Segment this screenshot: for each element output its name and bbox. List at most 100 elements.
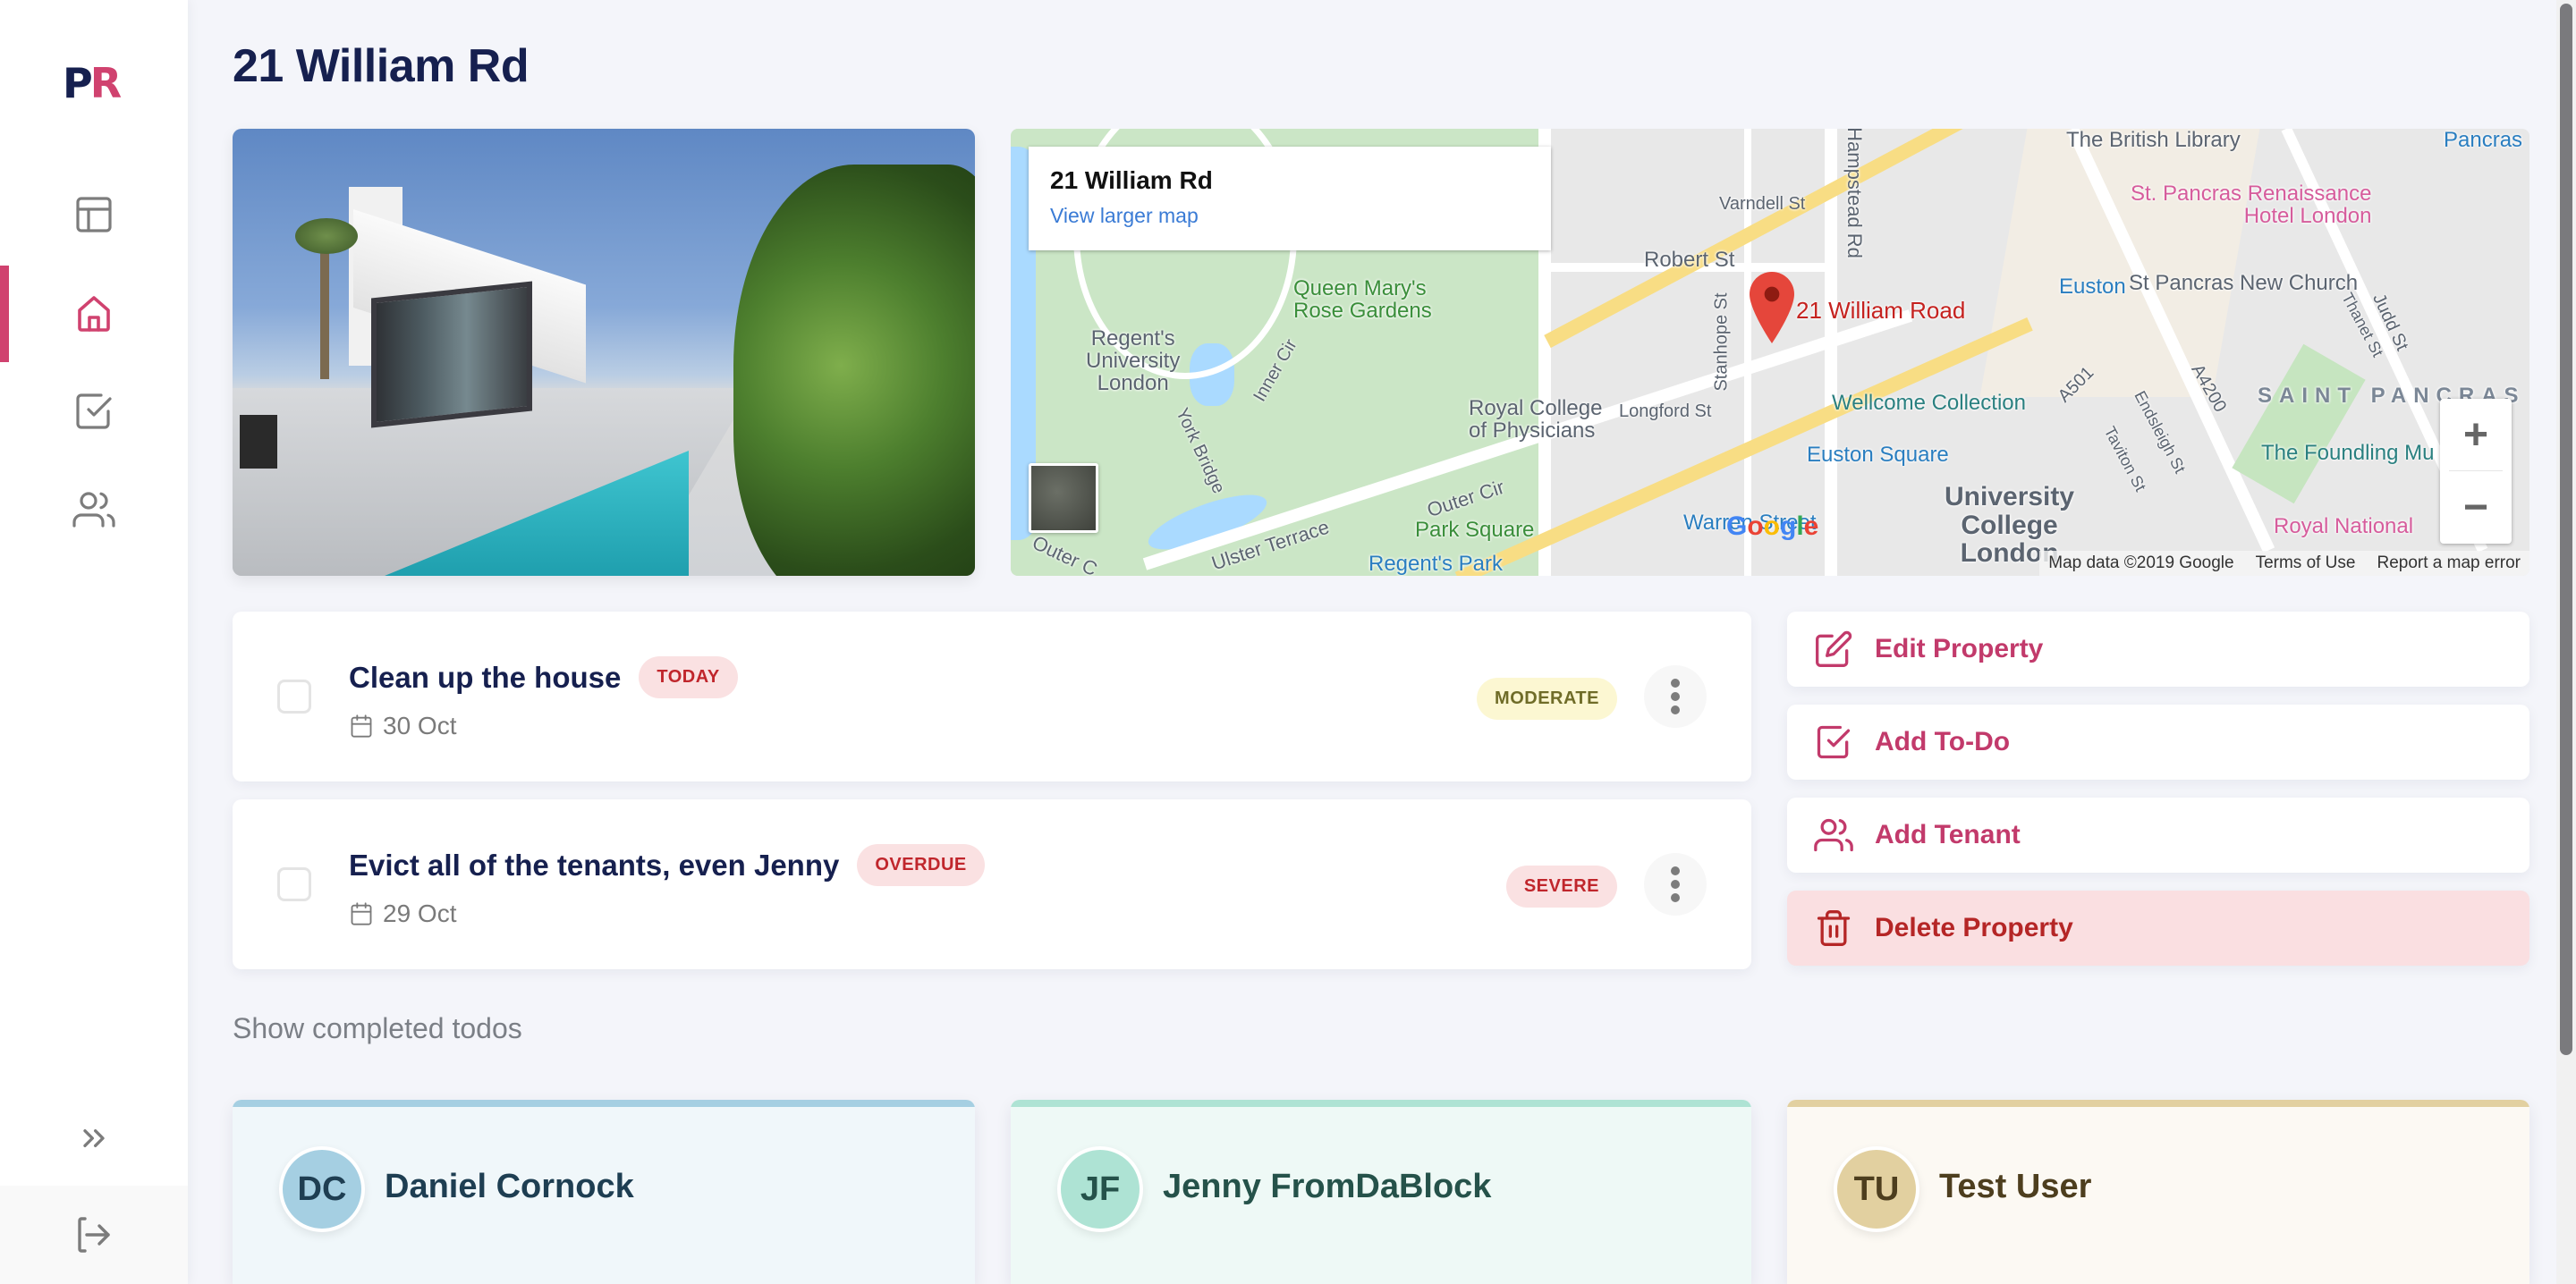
chevrons-right-icon <box>83 1129 105 1147</box>
map-label: Regent's Park <box>1368 552 1503 576</box>
map-zoom-in-button[interactable]: + <box>2440 399 2512 471</box>
delete-property-button[interactable]: Delete Property <box>1787 891 2529 966</box>
layout-icon <box>76 197 112 232</box>
map-label: Longford St <box>1619 401 1712 421</box>
map-pin-icon[interactable] <box>1750 272 1794 343</box>
todo-title-row: Evict all of the tenants, even Jenny OVE… <box>349 844 985 886</box>
sidebar: PR <box>0 0 188 1284</box>
map-label: Regent's University London <box>1086 326 1181 396</box>
map-label: Royal College of Physicians <box>1469 396 1603 443</box>
add-todo-label: Add To-Do <box>1875 727 2011 756</box>
view-larger-map-link[interactable]: View larger map <box>1050 204 1530 228</box>
tenant-card[interactable]: TU Test User <box>1787 1100 2529 1284</box>
scrollbar-thumb[interactable] <box>2560 4 2572 1055</box>
sidebar-item-properties[interactable] <box>0 266 188 362</box>
checkbox-icon <box>1817 725 1851 759</box>
page-scrollbar[interactable] <box>2556 0 2576 1284</box>
tenant-card-stripe <box>233 1100 975 1107</box>
tenant-card-stripe <box>1011 1100 1751 1107</box>
map-footer: Map data ©2019 Google Terms of Use Repor… <box>2039 551 2529 576</box>
more-vertical-icon <box>1671 679 1680 688</box>
users-icon <box>1814 818 1853 852</box>
map-label: Stanhope St <box>1711 292 1732 392</box>
map-label: Endsleigh St <box>2131 387 2190 477</box>
home-icon <box>78 296 110 332</box>
edit-property-button[interactable]: Edit Property <box>1787 612 2529 687</box>
avatar: TU <box>1834 1146 1919 1232</box>
map-label: Wellcome Collection <box>1832 391 2026 415</box>
todo-status-badge: OVERDUE <box>857 844 985 886</box>
map-green-strip <box>2232 343 2366 504</box>
delete-property-label: Delete Property <box>1875 913 2073 942</box>
photo-bush <box>733 165 975 576</box>
map-area-station <box>1979 129 2260 397</box>
photo-house-glass <box>371 281 532 428</box>
app-logo[interactable]: PR <box>63 59 122 107</box>
map-label: Pancras <box>2444 129 2523 152</box>
map-pin-label: 21 William Road <box>1796 297 1966 324</box>
map-zoom-separator <box>2449 470 2503 471</box>
property-photo <box>233 129 975 576</box>
todo-date: 29 Oct <box>349 900 456 928</box>
map-label: The Foundling Mu <box>2261 441 2435 465</box>
show-completed-todos-toggle[interactable]: Show completed todos <box>233 1012 522 1045</box>
users-icon <box>72 492 115 528</box>
map-label: Varndell St <box>1719 194 1806 214</box>
avatar: JF <box>1057 1146 1143 1232</box>
todo-item[interactable]: Evict all of the tenants, even Jenny OVE… <box>233 799 1751 969</box>
tenant-name: Test User <box>1939 1168 2092 1205</box>
map-terms-link[interactable]: Terms of Use <box>2256 553 2356 573</box>
todo-more-button[interactable] <box>1644 665 1707 728</box>
tenant-card[interactable]: JF Jenny FromDaBlock <box>1011 1100 1751 1284</box>
todo-title: Clean up the house <box>349 660 622 694</box>
map-zoom-out-button[interactable]: − <box>2440 471 2512 544</box>
sidebar-item-todos[interactable] <box>0 363 188 460</box>
trash-icon <box>1817 910 1851 946</box>
logout-button[interactable] <box>0 1186 188 1284</box>
add-tenant-button[interactable]: Add Tenant <box>1787 798 2529 873</box>
map-label: Euston Square <box>1807 443 1949 467</box>
map-data-credit: Map data ©2019 Google <box>2048 553 2234 572</box>
property-map[interactable]: Queen Mary's Rose Gardens Regent's Unive… <box>1011 129 2529 576</box>
severity-badge: MODERATE <box>1477 678 1617 720</box>
tenant-name: Jenny FromDaBlock <box>1163 1168 1492 1205</box>
edit-icon <box>1816 630 1852 667</box>
map-label: Royal National <box>2274 514 2414 538</box>
map-label: The British Library <box>2066 129 2241 152</box>
more-vertical-icon <box>1671 866 1680 875</box>
todo-checkbox[interactable] <box>277 680 311 714</box>
photo-palm-leaves <box>295 218 358 254</box>
todo-item[interactable]: Clean up the house TODAY 30 Oct MODERATE <box>233 612 1751 781</box>
todo-date: 30 Oct <box>349 712 456 740</box>
photo-planter <box>240 415 277 469</box>
map-infobox: 21 William Rd View larger map <box>1029 147 1551 250</box>
todo-checkbox[interactable] <box>277 867 311 901</box>
todo-status-badge: TODAY <box>639 656 738 698</box>
map-report-error-link[interactable]: Report a map error <box>2377 553 2521 573</box>
todo-more-button[interactable] <box>1644 853 1707 916</box>
todo-title: Evict all of the tenants, even Jenny <box>349 848 840 882</box>
map-label: Robert St <box>1644 248 1735 272</box>
checkbox-icon <box>76 393 112 429</box>
sidebar-item-dashboard[interactable] <box>0 166 188 263</box>
google-logo: Google <box>1726 511 1819 541</box>
map-label: Hampstead Rd <box>1843 129 1866 258</box>
todo-title-row: Clean up the house TODAY <box>349 656 738 698</box>
map-label: Taviton St <box>2100 423 2150 494</box>
calendar-icon <box>351 714 372 738</box>
calendar-icon <box>351 902 372 925</box>
map-label: Park Square <box>1415 518 1535 542</box>
map-infobox-title: 21 William Rd <box>1050 166 1213 194</box>
map-satellite-toggle[interactable] <box>1029 463 1098 533</box>
map-label: St. Pancras Renaissance Hotel London <box>2131 182 2372 229</box>
severity-badge: SEVERE <box>1505 866 1617 908</box>
map-zoom-control: + − <box>2440 399 2512 544</box>
sidebar-item-tenants[interactable] <box>0 461 188 558</box>
add-todo-button[interactable]: Add To-Do <box>1787 705 2529 780</box>
map-label: St Pancras New Church <box>2129 271 2359 295</box>
tenant-card[interactable]: DC Daniel Cornock <box>233 1100 975 1284</box>
todo-date-text: 30 Oct <box>383 712 457 739</box>
collapse-sidebar-button[interactable] <box>0 1091 188 1186</box>
tenant-name: Daniel Cornock <box>385 1168 634 1205</box>
map-label: Euston <box>2059 275 2126 299</box>
